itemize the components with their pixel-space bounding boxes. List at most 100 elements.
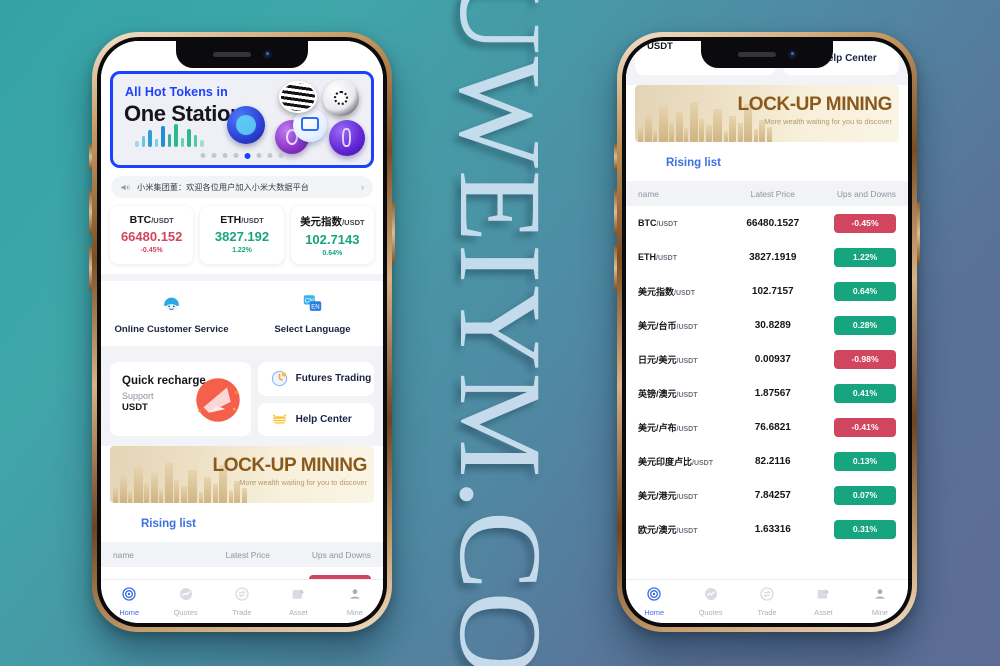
carousel-dot[interactable] xyxy=(233,153,239,158)
row-name: ETH/USDT xyxy=(638,252,677,262)
phone-volume-down-button[interactable] xyxy=(89,246,92,290)
row-change-cell: 0.13% xyxy=(819,451,896,471)
row-change-cell: -0.45% xyxy=(819,213,896,233)
column-header-price: Latest Price xyxy=(225,549,270,560)
table-row[interactable]: BTC/USDT 66480.152 -0.45% xyxy=(101,567,383,579)
lockup-mining-banner[interactable]: LOCK-UP MINING More wealth waiting for y… xyxy=(635,85,899,142)
carousel-dot[interactable] xyxy=(222,153,228,158)
tab-trade[interactable]: Trade xyxy=(214,586,270,617)
carousel-dot[interactable] xyxy=(200,153,206,158)
ticker-card-btc[interactable]: BTC/USDT 66480.152 -0.45% xyxy=(110,206,194,264)
phone-volume-up-button[interactable] xyxy=(89,190,92,234)
tab-asset[interactable]: Asset xyxy=(270,586,326,617)
tab-asset[interactable]: Asset xyxy=(795,586,851,617)
table-row[interactable]: 日元/美元/USDT 0.00937 -0.98% xyxy=(626,342,908,376)
carousel-dot[interactable] xyxy=(267,153,273,158)
hero-subtitle: All Hot Tokens in xyxy=(125,85,228,99)
tab-mine[interactable]: Mine xyxy=(327,586,383,617)
row-price: 102.7157 xyxy=(751,285,794,297)
quick-recharge-card[interactable]: Quick recharge Support USDT xyxy=(110,362,251,436)
service-select-language[interactable]: CN EN Select Language xyxy=(242,293,383,335)
table-row[interactable]: 美元印度卢比/USDT 82.2116 0.13% xyxy=(626,444,908,478)
phone-mute-switch[interactable] xyxy=(89,144,92,170)
svg-text:EN: EN xyxy=(311,305,319,311)
ticker-card-eth[interactable]: ETH/USDT 3827.192 1.22% xyxy=(200,206,284,264)
home-target-icon xyxy=(122,587,136,601)
row-change-cell: 0.31% xyxy=(819,519,896,539)
table-row[interactable]: 美元/港元/USDT 7.84257 0.07% xyxy=(626,478,908,512)
service-label: Online Customer Service xyxy=(114,324,229,335)
earpiece-speaker xyxy=(737,52,776,57)
rising-list-header[interactable]: Rising list xyxy=(626,142,908,181)
asset-wallet-icon xyxy=(818,589,829,599)
quick-link-label: Help Center xyxy=(295,413,352,425)
lockup-subtitle: More wealth waiting for you to discover xyxy=(239,478,367,487)
tab-trade[interactable]: Trade xyxy=(739,586,795,617)
table-row[interactable]: 英镑/澳元/USDT 1.87567 0.41% xyxy=(626,376,908,410)
row-price: 0.00937 xyxy=(754,353,791,365)
carousel-dot[interactable] xyxy=(211,153,217,158)
table-row[interactable]: 美元/台币/USDT 30.8289 0.28% xyxy=(626,308,908,342)
hero-carousel[interactable]: All Hot Tokens in One Station xyxy=(110,71,374,168)
lockup-banner-section: LOCK-UP MINING More wealth waiting for y… xyxy=(101,446,383,503)
row-change-cell: 0.64% xyxy=(819,281,896,301)
table-row[interactable]: ETH/USDT 3827.1919 1.22% xyxy=(626,240,908,274)
ticker-symbol: BTC/USDT xyxy=(129,214,174,226)
phone-volume-down-button[interactable] xyxy=(614,246,617,290)
ticker-card-row: BTC/USDT 66480.152 -0.45% ETH/USDT 3827.… xyxy=(101,204,383,274)
column-header-price: Latest Price xyxy=(750,188,795,199)
ticker-price: 102.7143 xyxy=(305,232,360,247)
tab-label: Home xyxy=(644,608,665,617)
tab-mine[interactable]: Mine xyxy=(852,586,908,617)
row-name: 欧元/澳元/USDT xyxy=(638,524,698,535)
row-price: 7.84257 xyxy=(754,489,791,501)
ticker-change: 1.22% xyxy=(232,247,252,254)
scroll-viewport-left[interactable]: All Hot Tokens in One Station 小米集团董：欢迎各位… xyxy=(101,41,383,579)
row-name: 美元/港元/USDT xyxy=(638,490,698,501)
trade-exchange-icon xyxy=(760,587,774,601)
table-row[interactable]: 美元/卢布/USDT 76.6821 -0.41% xyxy=(626,410,908,444)
chevron-right-icon[interactable]: › xyxy=(361,182,364,192)
table-row[interactable]: 美元指数/USDT 102.7157 0.64% xyxy=(626,274,908,308)
tab-quotes[interactable]: Quotes xyxy=(682,586,738,617)
rocket-recharge-icon xyxy=(195,378,240,422)
asset-wallet-icon xyxy=(293,589,304,599)
row-change-badge: 0.41% xyxy=(834,383,896,403)
row-change-cell: 1.22% xyxy=(819,247,896,267)
lockup-mining-banner[interactable]: LOCK-UP MINING More wealth waiting for y… xyxy=(110,446,374,503)
carousel-dot[interactable] xyxy=(256,153,262,158)
quick-link-help-center[interactable]: Help Center xyxy=(257,402,374,436)
tab-quotes[interactable]: Quotes xyxy=(157,586,213,617)
carousel-dot-active[interactable] xyxy=(244,153,251,159)
tab-home[interactable]: Home xyxy=(101,586,157,617)
tab-label: Asset xyxy=(814,608,833,617)
bottom-tab-bar-left: Home Quotes Trade Asset Mine xyxy=(101,579,383,623)
ticker-price: 66480.152 xyxy=(120,229,183,244)
earpiece-speaker xyxy=(212,52,251,57)
quick-link-futures-trading[interactable]: Futures Trading xyxy=(257,362,374,396)
hero-carousel-dots[interactable] xyxy=(200,153,284,159)
phone-volume-up-button[interactable] xyxy=(614,190,617,234)
phone-power-button[interactable] xyxy=(392,202,395,264)
tab-home[interactable]: Home xyxy=(626,586,682,617)
row-change-cell: -0.98% xyxy=(819,349,896,369)
ticker-card-dxy[interactable]: 美元指数/USDT 102.7143 0.64% xyxy=(290,206,374,264)
ticker-symbol: ETH/USDT xyxy=(220,214,264,226)
row-change-badge: 0.07% xyxy=(834,485,896,505)
notice-bar[interactable]: 小米集团董：欢迎各位用户加入小米大数据平台 › xyxy=(111,176,373,198)
rising-list-header[interactable]: Rising list xyxy=(101,503,383,542)
quick-links-column: Futures Trading xyxy=(257,362,374,436)
phone-power-button[interactable] xyxy=(917,202,920,264)
row-change-badge: 1.22% xyxy=(834,247,896,267)
row-name: 美元/台币/USDT xyxy=(638,320,698,331)
phone-mute-switch[interactable] xyxy=(614,144,617,170)
table-row[interactable]: BTC/USDT 66480.1527 -0.45% xyxy=(626,206,908,240)
row-change-cell: 0.07% xyxy=(819,485,896,505)
lockup-title: LOCK-UP MINING xyxy=(737,94,893,115)
row-price: 76.6821 xyxy=(754,421,791,433)
service-online-customer-service[interactable]: Online Customer Service xyxy=(101,293,242,335)
screenshot-stage: All Hot Tokens in One Station 小米集团董：欢迎各位… xyxy=(0,0,1000,666)
scroll-viewport-right[interactable]: Quick recharge Support USDT xyxy=(626,41,908,579)
table-row[interactable]: 欧元/澳元/USDT 1.63316 0.31% xyxy=(626,512,908,546)
carousel-dot[interactable] xyxy=(278,153,284,158)
